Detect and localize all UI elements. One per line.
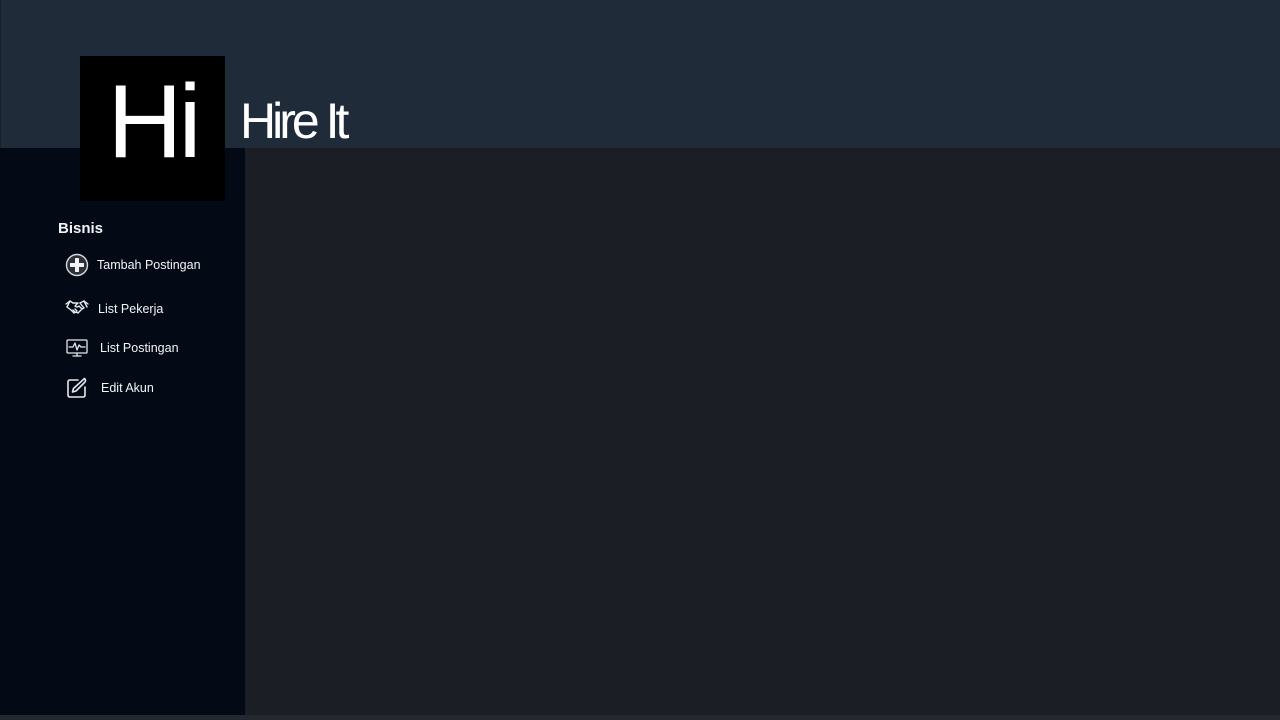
sidebar-item-label: Edit Akun: [101, 381, 154, 395]
sidebar-item-label: List Pekerja: [98, 302, 164, 316]
logo: Hi: [80, 56, 225, 201]
sidebar-item-tambah-postingan[interactable]: Tambah Postingan: [64, 252, 201, 278]
app-window: Hi Hire It Bisnis Tambah Postingan List …: [0, 0, 1280, 720]
sidebar-section-title: Bisnis: [58, 220, 104, 237]
plus-circle-icon: [64, 252, 90, 278]
main-content: [245, 148, 1280, 715]
monitor-activity-icon: [64, 335, 90, 361]
logo-text: Hi: [107, 64, 201, 180]
sidebar-item-list-postingan[interactable]: List Postingan: [64, 335, 179, 361]
handshake-icon: [64, 296, 90, 322]
bottom-strip: [0, 715, 1280, 720]
sidebar-item-label: Tambah Postingan: [97, 258, 201, 272]
sidebar-item-edit-akun[interactable]: Edit Akun: [64, 375, 154, 401]
sidebar: [0, 148, 245, 715]
sidebar-item-list-pekerja[interactable]: List Pekerja: [64, 296, 163, 322]
edit-icon: [64, 375, 90, 401]
sidebar-item-label: List Postingan: [100, 341, 179, 355]
app-title: Hire It: [240, 93, 349, 149]
